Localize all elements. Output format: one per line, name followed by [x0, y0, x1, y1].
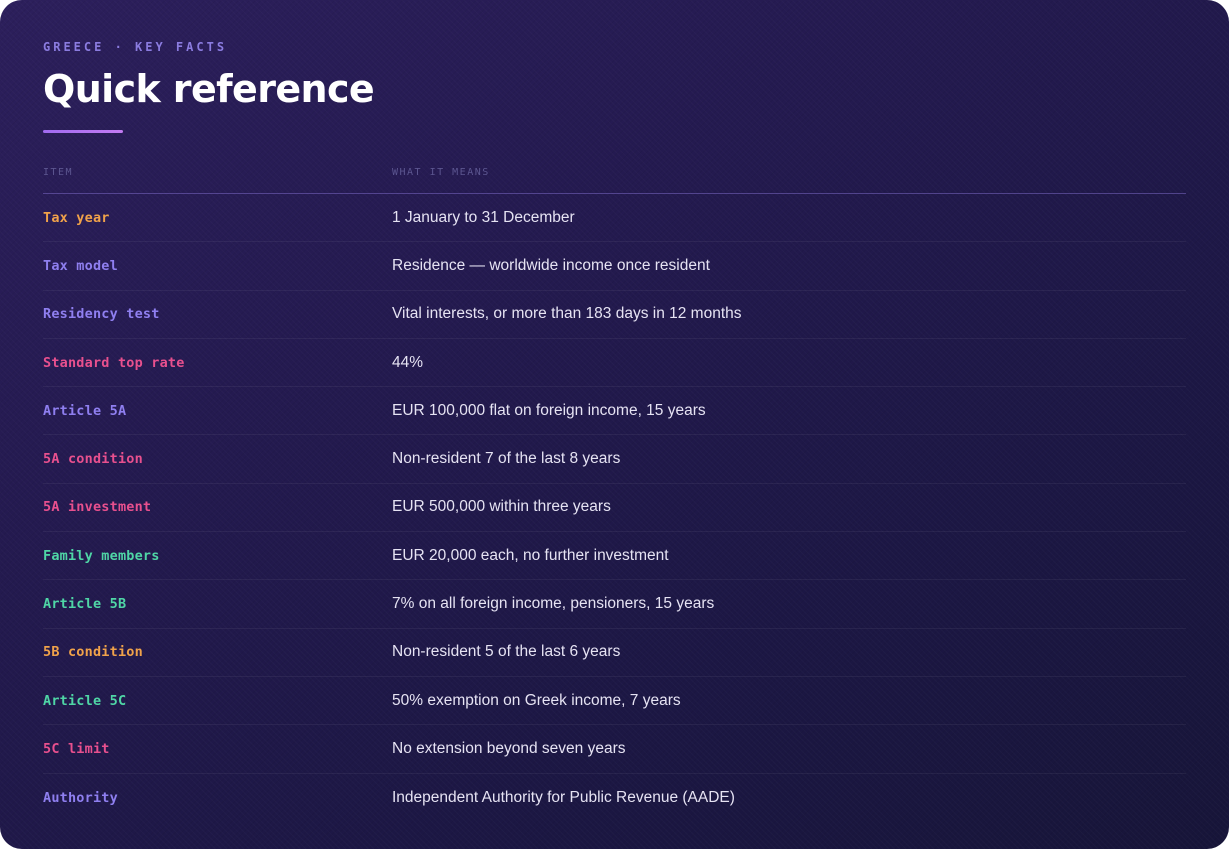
- row-meaning-text: Residence — worldwide income once reside…: [392, 256, 710, 274]
- row-meaning-text: No extension beyond seven years: [392, 739, 626, 757]
- column-header-item: ITEM: [43, 167, 74, 178]
- row-item-label: 5C limit: [43, 740, 110, 757]
- row-meaning-text: Non-resident 7 of the last 8 years: [392, 450, 621, 468]
- row-item-label: 5A investment: [43, 499, 152, 516]
- table-row: Tax year 1 January to 31 December: [43, 194, 1186, 243]
- row-meaning-text: EUR 100,000 flat on foreign income, 15 y…: [392, 401, 706, 419]
- table-row: 5B condition Non-resident 5 of the last …: [43, 629, 1186, 677]
- row-item-label: Tax model: [43, 257, 118, 274]
- row-item-label: Family members: [43, 547, 160, 564]
- row-meaning-text: Independent Authority for Public Revenue…: [392, 788, 735, 806]
- title-accent-divider: [43, 130, 123, 133]
- row-item-label: Article 5A: [43, 402, 127, 419]
- table-row: Residency test Vital interests, or more …: [43, 291, 1186, 339]
- row-meaning-text: 7% on all foreign income, pensioners, 15…: [392, 595, 715, 613]
- table-row: 5A investment EUR 500,000 within three y…: [43, 484, 1186, 533]
- row-meaning-text: 44%: [392, 353, 424, 371]
- row-meaning-text: EUR 500,000 within three years: [392, 498, 611, 516]
- row-meaning-text: 50% exemption on Greek income, 7 years: [392, 691, 681, 709]
- card-content: GREECE · KEY FACTS Quick reference ITEM …: [43, 38, 1186, 822]
- table-row: Authority Independent Authority for Publ…: [43, 774, 1186, 822]
- row-item-label: Article 5C: [43, 692, 127, 709]
- row-meaning-text: EUR 20,000 each, no further investment: [392, 546, 669, 564]
- table-row: 5C limit No extension beyond seven years: [43, 725, 1186, 774]
- eyebrow-label: GREECE · KEY FACTS: [43, 40, 228, 54]
- row-item-label: Tax year: [43, 209, 110, 226]
- quick-reference-card: GREECE · KEY FACTS Quick reference ITEM …: [0, 0, 1229, 849]
- row-meaning-text: 1 January to 31 December: [392, 208, 575, 226]
- page-title: Quick reference: [43, 67, 375, 111]
- table-row: Tax model Residence — worldwide income o…: [43, 242, 1186, 291]
- table-row: Family members EUR 20,000 each, no furth…: [43, 532, 1186, 581]
- row-meaning-text: Non-resident 5 of the last 6 years: [392, 643, 621, 661]
- table-row: Standard top rate 44%: [43, 339, 1186, 388]
- table-row: Article 5C 50% exemption on Greek income…: [43, 677, 1186, 726]
- row-item-label: Residency test: [43, 306, 160, 323]
- facts-table-body: Tax year 1 January to 31 December Tax mo…: [43, 194, 1186, 822]
- table-header: ITEM WHAT IT MEANS: [43, 164, 1186, 194]
- row-item-label: Authority: [43, 789, 118, 806]
- row-item-label: Standard top rate: [43, 354, 185, 371]
- row-meaning-text: Vital interests, or more than 183 days i…: [392, 305, 742, 323]
- table-row: 5A condition Non-resident 7 of the last …: [43, 435, 1186, 484]
- row-item-label: Article 5B: [43, 596, 127, 613]
- table-row: Article 5B 7% on all foreign income, pen…: [43, 580, 1186, 629]
- column-header-meaning: WHAT IT MEANS: [392, 167, 490, 178]
- table-row: Article 5A EUR 100,000 flat on foreign i…: [43, 387, 1186, 436]
- row-item-label: 5A condition: [43, 451, 143, 468]
- row-item-label: 5B condition: [43, 644, 143, 661]
